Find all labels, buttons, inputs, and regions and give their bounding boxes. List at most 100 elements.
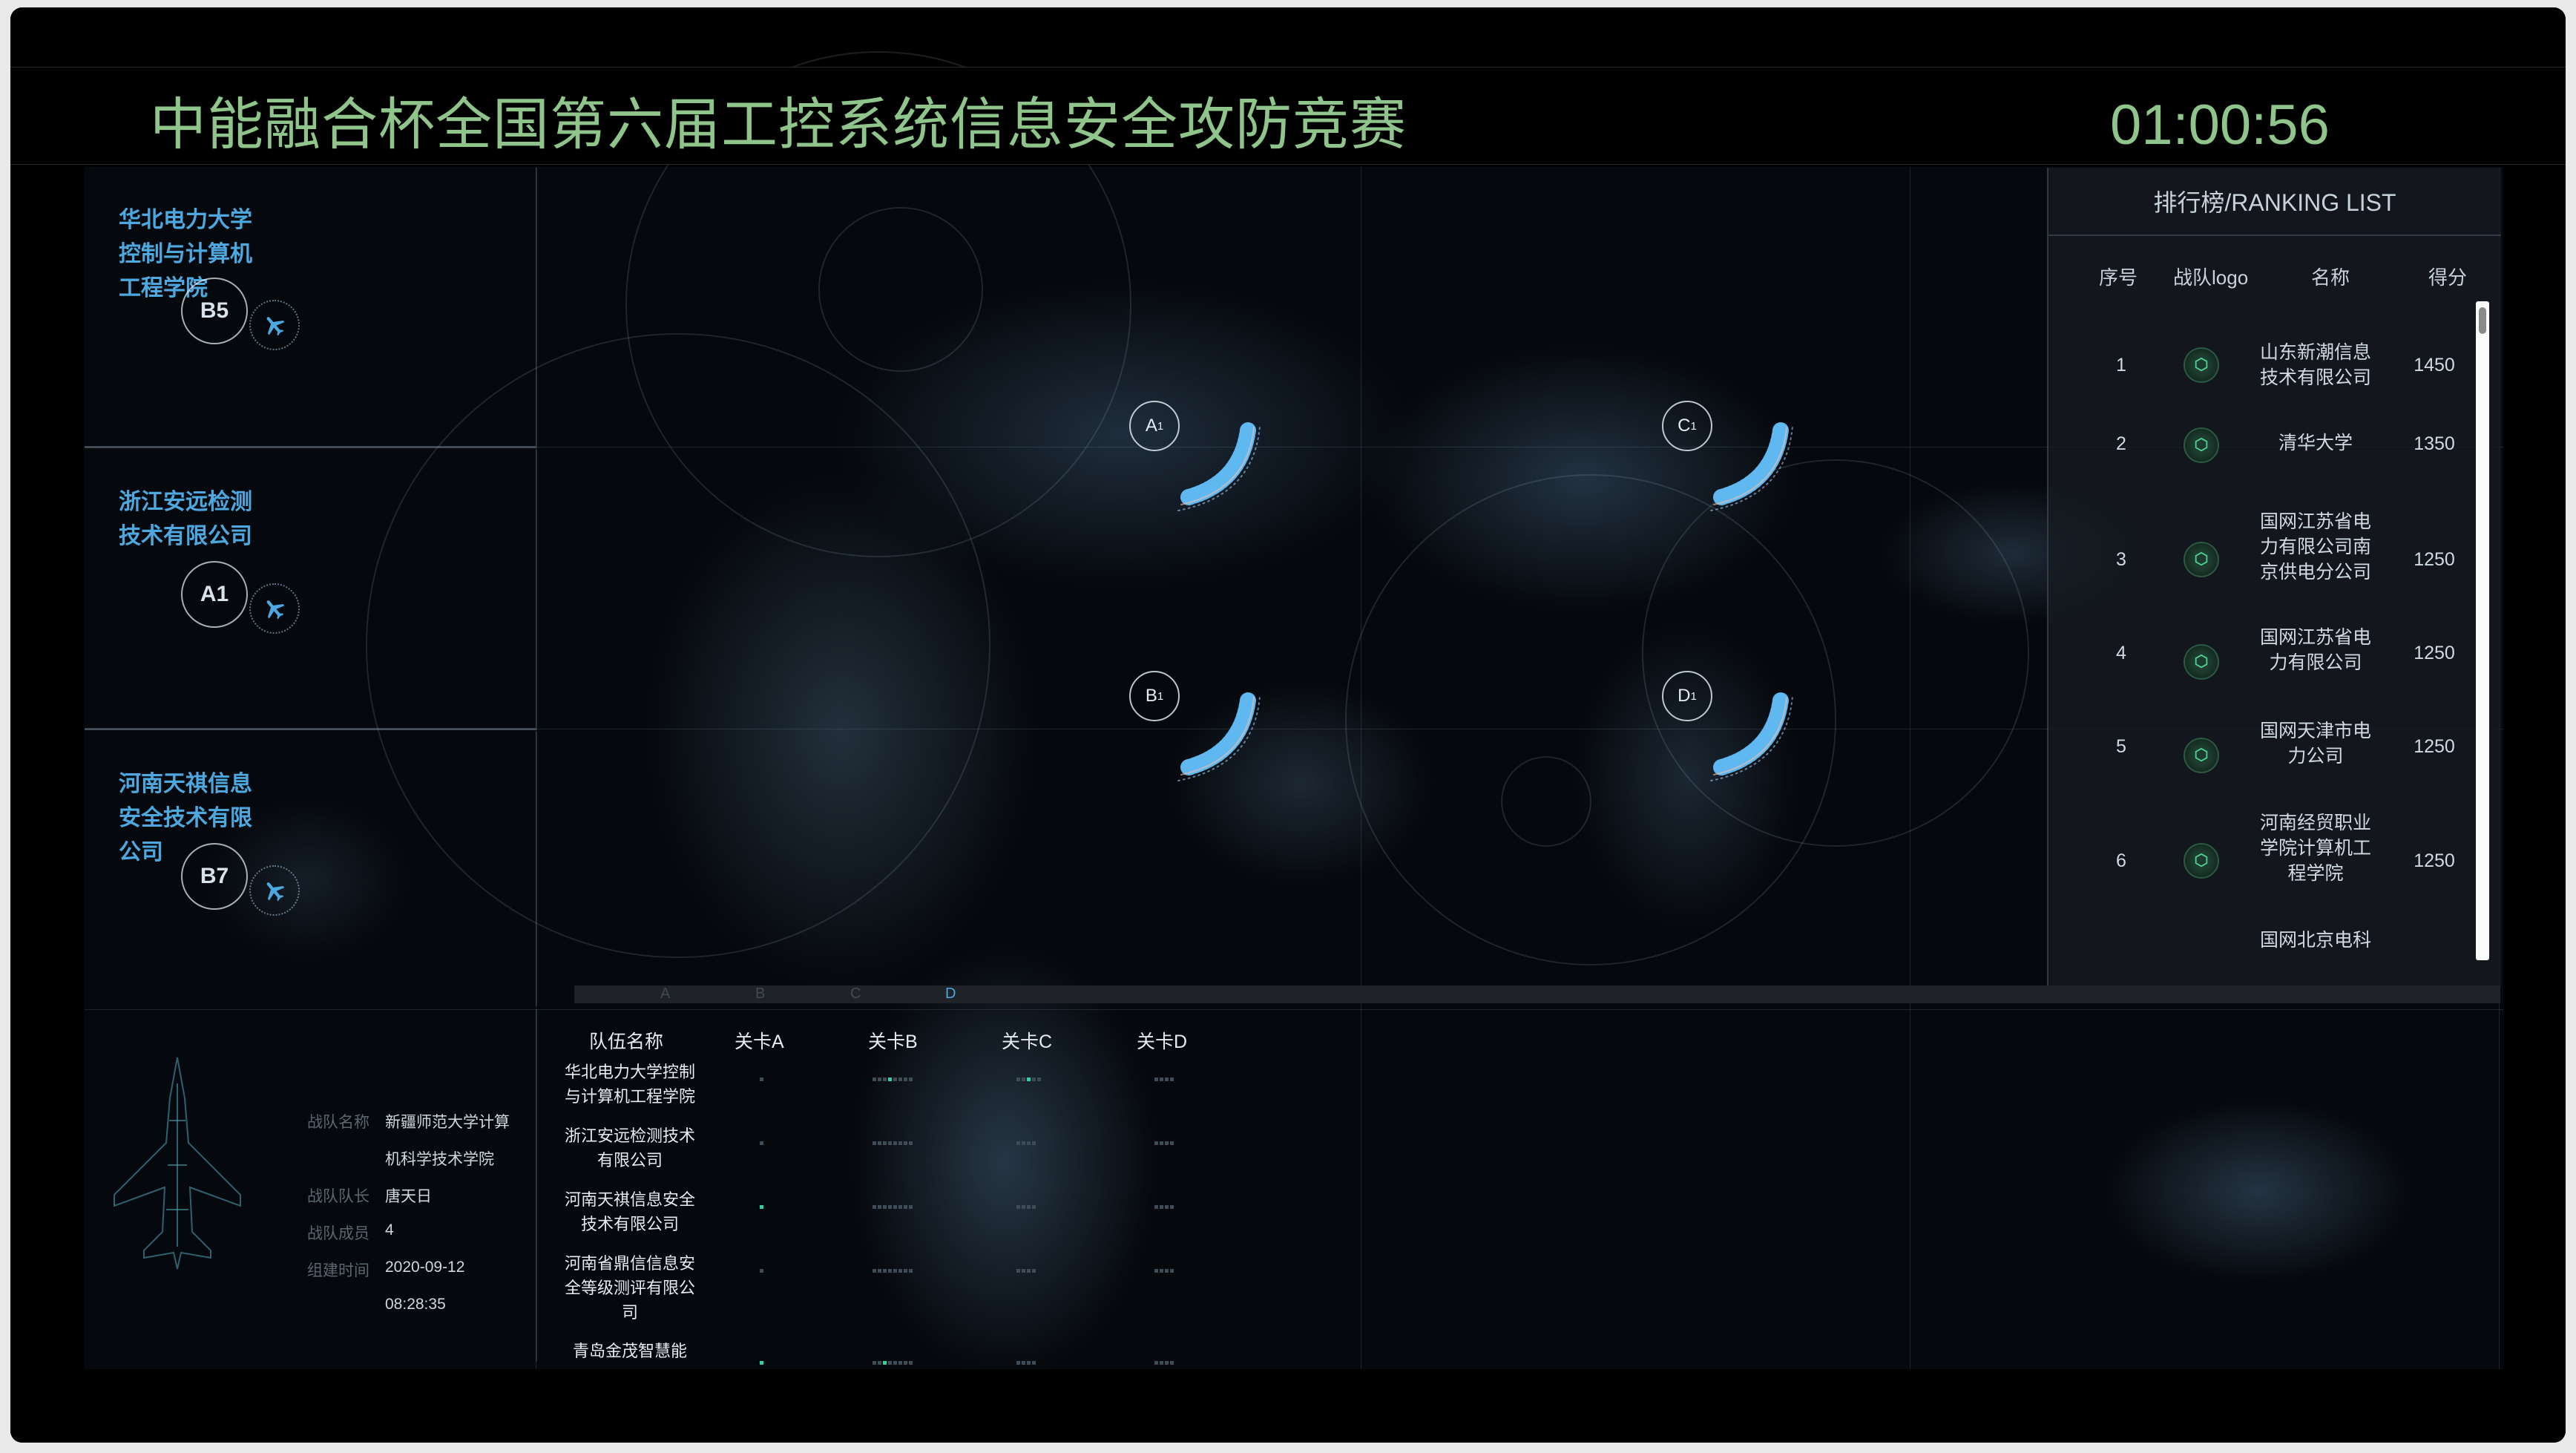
progress-dot <box>873 1078 876 1081</box>
progress-dot <box>904 1361 907 1365</box>
ranking-col-no: 序号 <box>2099 266 2138 289</box>
progress-dot <box>878 1361 881 1365</box>
progress-dot <box>893 1141 897 1145</box>
progress-dot <box>873 1141 876 1145</box>
progress-row-team[interactable]: 河南天祺信息安全技术有限公司 <box>559 1187 700 1236</box>
level-tab-c[interactable]: C <box>850 985 861 1003</box>
scrollbar-thumb[interactable] <box>2479 307 2486 334</box>
bottom-bar <box>10 1370 2566 1443</box>
page-title: 中能融合杯全国第六届工控系统信息安全攻防竞赛 <box>150 94 1407 157</box>
progress-dot <box>1160 1205 1163 1209</box>
progress-dot <box>1032 1078 1036 1081</box>
progress-indicator-b <box>873 1199 914 1209</box>
team-info-created-date: 2020-09-12 <box>385 1259 465 1276</box>
progress-indicator-d <box>1154 1355 1175 1365</box>
dashboard-screen: 中能融合杯全国第六届工控系统信息安全攻防竞赛 01:00:56 华北电力大学控制… <box>10 7 2566 1443</box>
level-tab-a[interactable]: A <box>660 985 670 1003</box>
level-tab-d[interactable]: D <box>945 985 956 1003</box>
progress-indicator-c <box>1016 1072 1042 1081</box>
plane-icon <box>249 583 300 634</box>
ranking-row[interactable]: 国网北京电科 <box>2048 928 2479 953</box>
team-card[interactable]: 河南天祺信息安全技术有限公司 B7 <box>85 732 537 1006</box>
progress-dot <box>1170 1205 1174 1209</box>
ranking-scrollbar[interactable] <box>2476 301 2489 960</box>
progress-row-team[interactable]: 河南省鼎信信息安全等级测评有限公司 <box>559 1251 700 1325</box>
progress-col-b: 关卡B <box>868 1031 918 1052</box>
rank-score: 1250 <box>2414 643 2455 663</box>
progress-dot <box>883 1269 887 1273</box>
progress-dot <box>1154 1205 1158 1209</box>
ranking-row[interactable]: 3 国网江苏省电力有限公司南京供电分公司 1250 <box>2048 509 2479 591</box>
progress-indicator-a <box>760 1199 765 1209</box>
progress-dot <box>760 1269 763 1273</box>
progress-dot <box>1154 1361 1158 1365</box>
progress-dot <box>893 1078 897 1081</box>
ranking-row[interactable]: 1 山东新潮信息技术有限公司 1450 <box>2048 340 2479 393</box>
progress-dot-complete <box>888 1078 892 1081</box>
marker-label: B1 <box>1129 671 1180 721</box>
progress-dot <box>904 1141 907 1145</box>
progress-dot <box>883 1078 887 1081</box>
divider <box>85 446 536 448</box>
team-card-code: B7 <box>181 843 248 910</box>
bottom-panel: 战队名称 新疆师范大学计算 机科学技术学院 战队队长 唐天日 战队成员 4 组建… <box>85 1009 2500 1365</box>
progress-dot <box>1165 1205 1169 1209</box>
progress-indicator-d <box>1154 1135 1175 1145</box>
team-info-members: 4 <box>385 1221 394 1239</box>
progress-dot-complete <box>760 1361 763 1365</box>
progress-indicator-b <box>873 1263 914 1273</box>
ranking-row[interactable]: 4 国网江苏省电力有限公司 1250 <box>2048 625 2479 684</box>
team-logo-icon <box>2184 738 2219 773</box>
progress-dot <box>909 1141 913 1145</box>
progress-dot <box>904 1078 907 1081</box>
progress-row-team[interactable]: 浙江安远检测技术有限公司 <box>559 1124 700 1172</box>
rank-team-name: 国网天津市电力公司 <box>2259 721 2371 767</box>
ranking-col-logo: 战队logo <box>2173 266 2249 289</box>
team-info-members-label: 战队成员 <box>307 1225 369 1242</box>
progress-row-team[interactable]: 青岛金茂智慧能 <box>559 1339 700 1362</box>
progress-dot <box>878 1205 881 1209</box>
progress-dot <box>883 1141 887 1145</box>
progress-dot <box>878 1269 881 1273</box>
ranking-row[interactable]: 6 河南经贸职业学院计算机工程学院 1250 <box>2048 810 2479 892</box>
team-logo-icon <box>2184 347 2219 383</box>
progress-dot <box>904 1205 907 1209</box>
progress-dot <box>893 1269 897 1273</box>
progress-dot <box>1154 1141 1158 1145</box>
progress-dot <box>1160 1141 1163 1145</box>
team-logo-icon <box>2184 843 2219 879</box>
rank-score: 1250 <box>2414 850 2455 871</box>
team-card[interactable]: 华北电力大学控制与计算机工程学院 B5 <box>85 168 537 448</box>
team-card[interactable]: 浙江安远检测技术有限公司 A1 <box>85 450 537 730</box>
progress-dot <box>1022 1078 1025 1081</box>
ranking-row[interactable]: 2 清华大学 1350 <box>2048 427 2479 465</box>
progress-dot <box>1154 1269 1158 1273</box>
rank-team-name: 国网江苏省电力有限公司南京供电分公司 <box>2259 511 2371 583</box>
progress-dot-complete <box>883 1361 887 1365</box>
progress-indicator-b <box>873 1135 914 1145</box>
progress-dot <box>1165 1141 1169 1145</box>
ranking-row[interactable]: 5 国网天津市电力公司 1250 <box>2048 718 2479 778</box>
progress-dot <box>898 1269 902 1273</box>
progress-dot <box>1016 1141 1020 1145</box>
progress-dot <box>1170 1078 1174 1081</box>
team-info-captain-label: 战队队长 <box>307 1188 369 1205</box>
team-logo-icon <box>2184 644 2219 680</box>
ranking-col-name: 名称 <box>2311 266 2350 289</box>
progress-dot <box>1154 1078 1158 1081</box>
progress-dot <box>1032 1141 1036 1145</box>
progress-dot <box>898 1078 902 1081</box>
progress-indicator-b <box>873 1072 914 1081</box>
progress-dot <box>760 1078 763 1081</box>
dashboard-window: 中能融合杯全国第六届工控系统信息安全攻防竞赛 01:00:56 华北电力大学控制… <box>10 7 2566 1443</box>
progress-dot <box>1022 1205 1025 1209</box>
progress-dot <box>1165 1078 1169 1081</box>
progress-dot <box>1170 1141 1174 1145</box>
progress-row-team[interactable]: 华北电力大学控制与计算机工程学院 <box>559 1060 700 1109</box>
level-tab-b[interactable]: B <box>755 985 765 1003</box>
progress-dot <box>883 1205 887 1209</box>
progress-dot <box>878 1141 881 1145</box>
progress-dot <box>909 1205 913 1209</box>
rank-team-name: 国网江苏省电力有限公司 <box>2259 627 2371 673</box>
progress-indicator-a <box>760 1072 765 1081</box>
